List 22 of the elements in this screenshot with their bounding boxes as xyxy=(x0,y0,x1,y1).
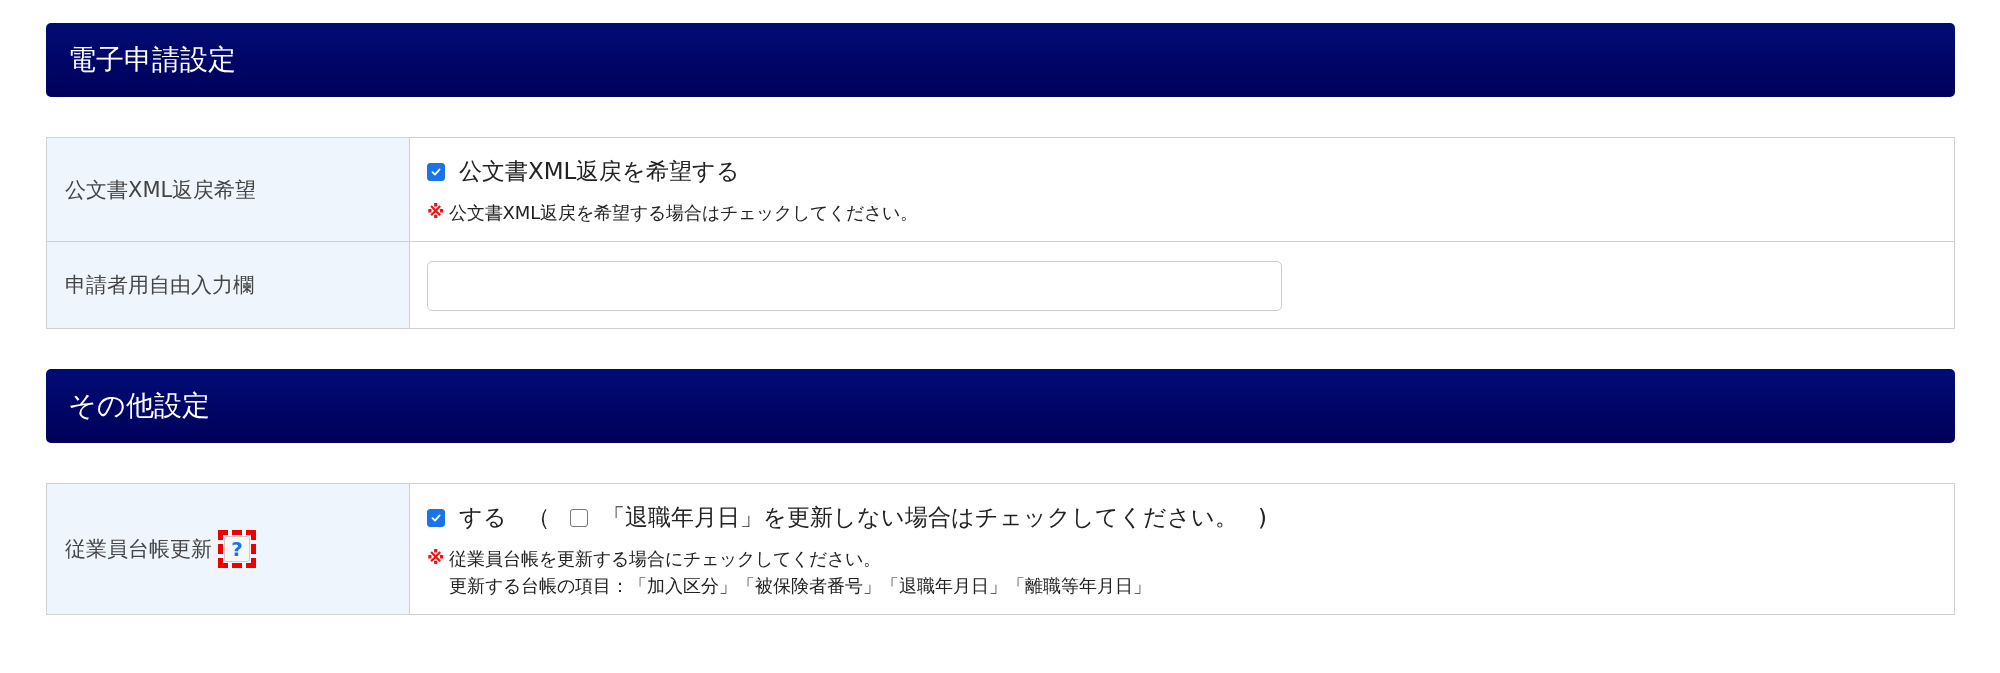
checkbox[interactable] xyxy=(427,162,445,181)
section-header: その他設定 xyxy=(46,369,1955,443)
section-header: 電子申請設定 xyxy=(46,23,1955,97)
note-text: 従業員台帳を更新する場合にチェックしてください。 xyxy=(448,547,882,571)
input-field[interactable] xyxy=(427,261,1282,311)
checkbox-label[interactable]: 公文書XML返戻を希望する xyxy=(459,156,741,187)
parenthesis: （ xyxy=(527,503,550,532)
checkbox-label[interactable]: する xyxy=(459,502,507,533)
note-mark: ※ xyxy=(427,201,445,224)
note-text: 公文書XML返戻を希望する場合はチェックしてください。 xyxy=(448,201,919,225)
checkmark-icon xyxy=(430,511,442,524)
field-label: 申請者用自由入力欄 xyxy=(65,272,254,299)
checkbox[interactable] xyxy=(570,508,588,527)
parenthesis: ) xyxy=(1258,504,1267,531)
checkbox[interactable] xyxy=(427,508,445,527)
checkbox-label[interactable]: 「退職年月日」を更新しない場合はチェックしてください。 xyxy=(602,502,1238,533)
help-button[interactable]: ? xyxy=(224,536,250,562)
note-mark: ※ xyxy=(427,547,445,570)
note-text: 更新する台帳の項目：「加入区分」「被保険者番号」「退職年月日」「離職等年月日」 xyxy=(448,574,1151,598)
field-label: 従業員台帳更新 xyxy=(65,536,212,563)
checkmark-icon xyxy=(430,165,442,178)
field-label: 公文書XML返戻希望 xyxy=(65,176,257,204)
